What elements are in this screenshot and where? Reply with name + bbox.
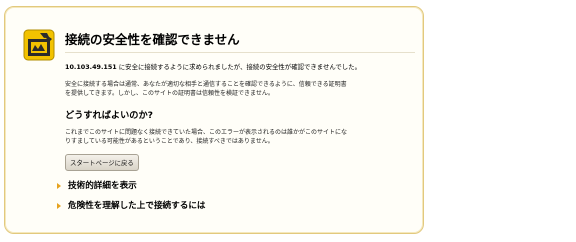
explanation-paragraph: 安全に接続する場合は通常、あなたが適切な相手と通信することを確認できるように、信… [65,80,415,98]
host-message: 10.103.49.151 に安全に接続するように求められましたが、接続の安全性… [65,62,415,71]
security-warning-icon [23,29,55,61]
error-panel: 接続の安全性を確認できません 10.103.49.151 に安全に接続するように… [4,6,424,234]
advice-paragraph: これまでこのサイトに問題なく接続できていた場合、このエラーが表示されるのは誰かが… [65,128,415,146]
expand-triangle-icon [57,203,61,209]
explanation-line-2: を提供してきます。しかし、このサイトの証明書は信頼性を検証できません。 [65,90,274,97]
what-to-do-heading: どうすればよいのか? [65,110,154,121]
host-message-text: に安全に接続するように求められましたが、接続の安全性が確認できませんでした。 [116,63,361,71]
advice-line-2: りすましている可能性があるということであり、接続すべきではありません。 [65,138,274,145]
back-to-start-button[interactable]: スタートページに戻る [65,154,139,171]
expand-triangle-icon [57,183,61,189]
explanation-line-1: 安全に接続する場合は通常、あなたが適切な相手と通信することを確認できるように、信… [65,81,347,88]
technical-details-label: 技術的詳細を表示 [68,181,137,191]
host-address: 10.103.49.151 [65,63,117,71]
advice-line-1: これまでこのサイトに問題なく接続できていた場合、このエラーが表示されるのは誰かが… [65,129,348,136]
understand-risks-label: 危険性を理解した上で接続するには [68,201,206,211]
page-title: 接続の安全性を確認できません [65,29,415,53]
